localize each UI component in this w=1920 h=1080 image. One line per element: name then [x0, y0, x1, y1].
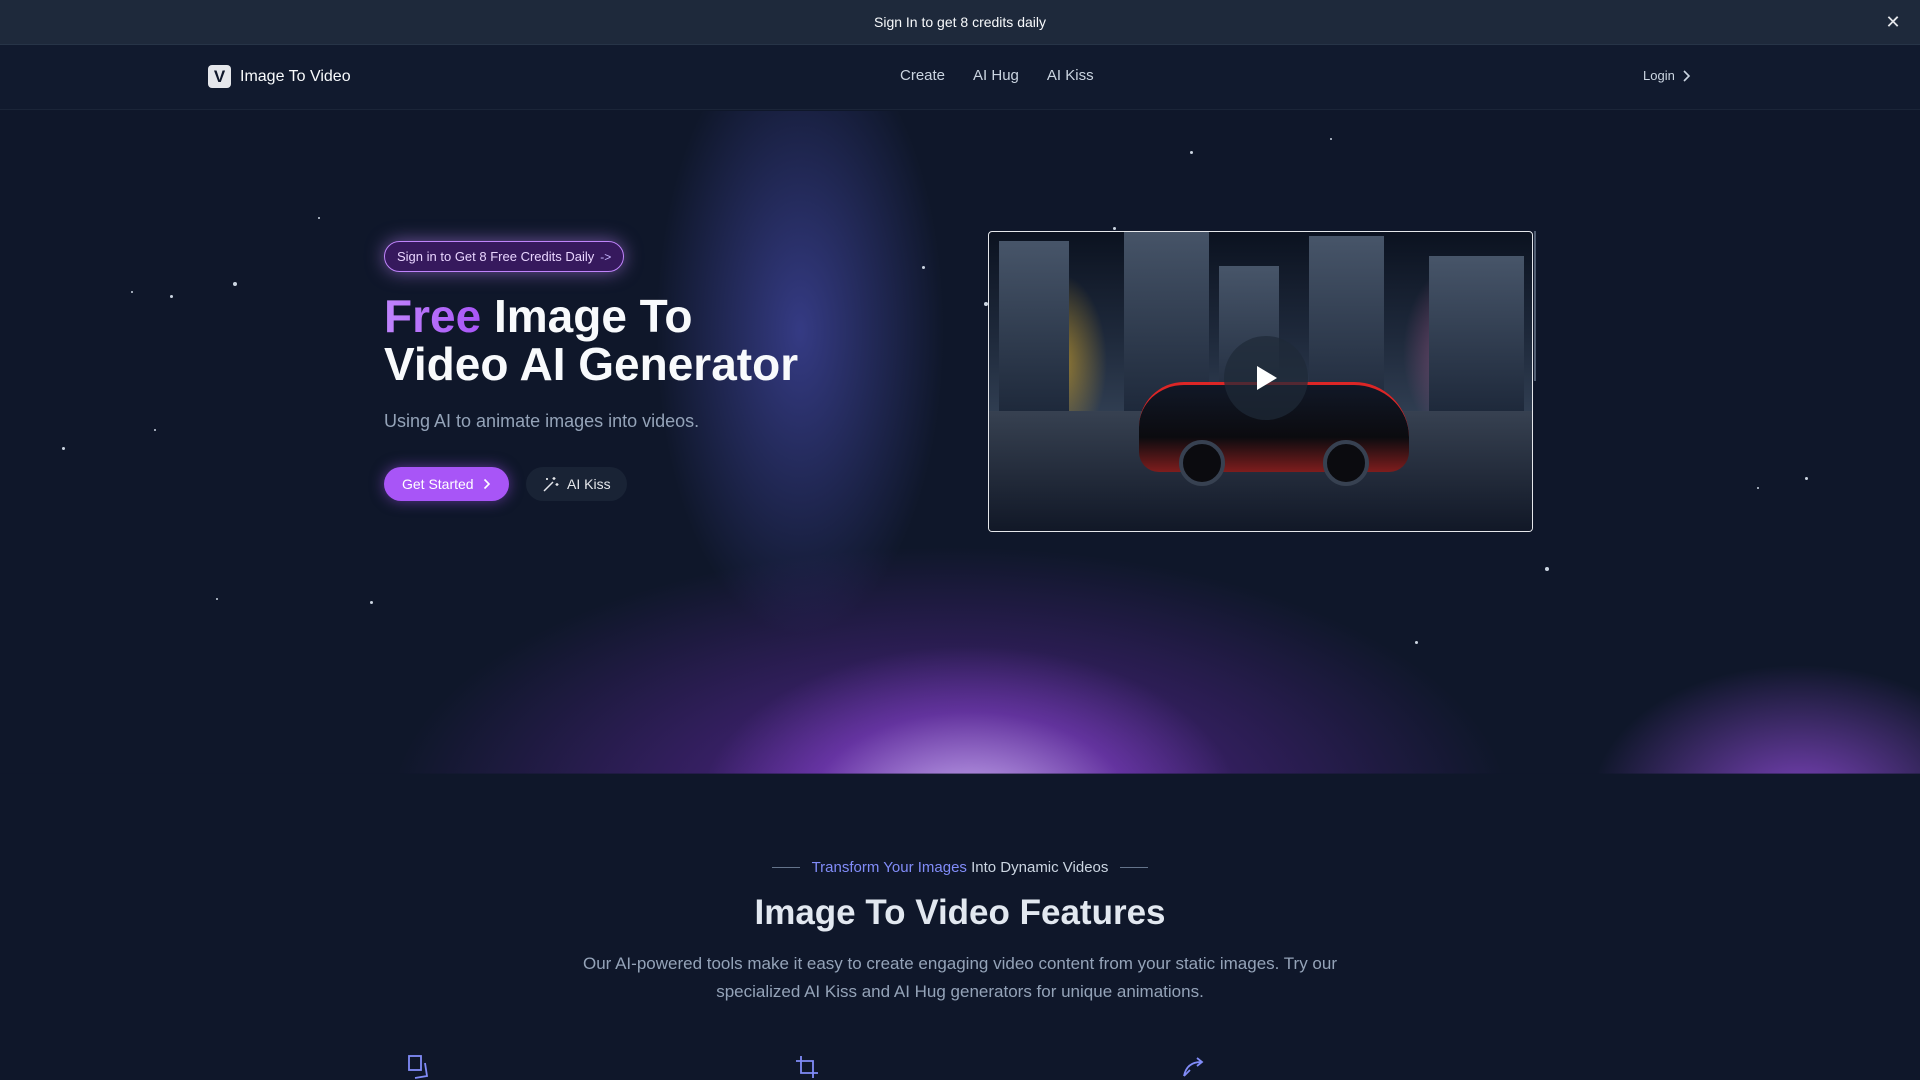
star-dot — [170, 295, 173, 298]
video-scene-wheel — [1323, 440, 1369, 486]
star-dot — [1113, 227, 1116, 230]
divider — [771, 867, 800, 868]
share-icon — [1179, 1054, 1207, 1080]
hero-section — [0, 111, 1920, 774]
star-dot — [131, 291, 133, 293]
star-dot — [216, 598, 218, 600]
star-dot — [1757, 487, 1759, 489]
brand-link[interactable]: V Image To Video — [208, 65, 351, 88]
star-dot — [62, 447, 65, 450]
get-started-label: Get Started — [402, 476, 474, 492]
video-scene-wheel — [1179, 440, 1225, 486]
hero-title-line1: Image To — [481, 290, 693, 342]
magic-wand-icon — [543, 476, 559, 492]
hero-title-line2: Video AI Generator — [384, 338, 799, 390]
video-border-accent — [1534, 231, 1536, 381]
features-eyebrow-accent: Transform Your Images — [811, 859, 967, 876]
star-dot — [1190, 151, 1193, 154]
crop-icon — [793, 1054, 821, 1080]
star-dot — [922, 266, 925, 269]
hero-bottom-edge — [0, 773, 1920, 774]
chevron-right-icon — [1683, 69, 1690, 82]
star-dot — [318, 217, 320, 219]
arrow-right-icon: -> — [600, 249, 612, 264]
hero-subtitle: Using AI to animate images into videos. — [384, 411, 700, 431]
ai-kiss-button[interactable]: AI Kiss — [526, 467, 627, 501]
play-triangle — [1257, 366, 1277, 390]
star-dot — [233, 282, 237, 286]
play-icon[interactable] — [1224, 336, 1308, 420]
nav-links: Create AI Hug AI Kiss — [900, 67, 1094, 84]
brand-name: Image To Video — [240, 67, 351, 85]
features-eyebrow-rest: Into Dynamic Videos — [971, 859, 1109, 876]
close-icon[interactable]: ✕ — [1882, 11, 1904, 33]
features-eyebrow-text: Transform Your Images Into Dynamic Video… — [812, 859, 1109, 876]
free-credits-pill[interactable]: Sign in to Get 8 Free Credits Daily -> — [384, 241, 625, 272]
hero-video-player[interactable] — [988, 231, 1533, 532]
video-scene-building — [1429, 256, 1524, 411]
free-credits-pill-label: Sign in to Get 8 Free Credits Daily — [397, 249, 595, 264]
get-started-button[interactable]: Get Started — [384, 467, 509, 501]
logo-icon: V — [208, 65, 231, 88]
hero-title-accent: Free — [384, 290, 482, 342]
hero-title: Free Image To Video AI Generator — [384, 292, 844, 388]
star-dot — [1545, 567, 1549, 571]
star-dot — [370, 601, 373, 604]
star-dot — [1415, 641, 1418, 644]
nav-link-create[interactable]: Create — [900, 67, 945, 84]
nav-link-ai-hug[interactable]: AI Hug — [973, 67, 1019, 84]
star-dot — [154, 429, 156, 431]
promo-banner-text: Sign In to get 8 credits daily — [874, 14, 1046, 30]
features-eyebrow: Transform Your Images Into Dynamic Video… — [0, 859, 1920, 876]
chevron-right-icon — [483, 478, 490, 490]
video-scene-building — [999, 241, 1069, 411]
star-dot — [1330, 138, 1332, 140]
divider — [1120, 867, 1149, 868]
star-dot — [1805, 477, 1808, 480]
features-description: Our AI-powered tools make it easy to cre… — [582, 954, 1338, 1001]
nav-link-ai-kiss[interactable]: AI Kiss — [1047, 67, 1094, 84]
promo-banner: Sign In to get 8 credits daily ✕ — [0, 0, 1920, 45]
ai-kiss-label: AI Kiss — [567, 476, 611, 492]
login-label: Login — [1643, 68, 1675, 83]
top-nav: V Image To Video Create AI Hug AI Kiss L… — [0, 45, 1920, 110]
login-button[interactable]: Login — [1643, 68, 1691, 83]
images-icon — [405, 1054, 433, 1080]
features-title: Image To Video Features — [754, 893, 1166, 932]
